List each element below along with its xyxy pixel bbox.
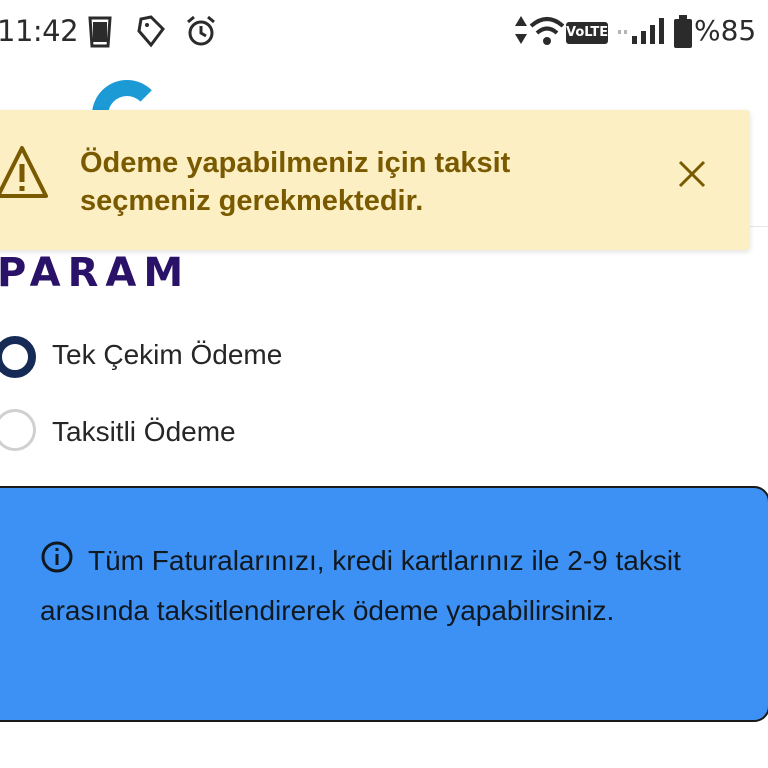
radio-label-tek-cekim: Tek Çekim Ödeme bbox=[52, 339, 283, 370]
alarm-icon bbox=[187, 15, 215, 46]
close-icon[interactable] bbox=[676, 158, 708, 190]
info-message: Tüm Faturalarınızı, kredi kartlarınız il… bbox=[40, 545, 681, 626]
trash-icon bbox=[88, 16, 112, 48]
radio-unselected-icon[interactable] bbox=[0, 409, 36, 451]
data-arrows-icon bbox=[515, 16, 527, 44]
status-bar: 11:42 VoLTE %85 bbox=[0, 0, 768, 66]
radio-tek-cekim[interactable]: Tek Çekim Ödeme bbox=[0, 328, 420, 384]
battery-icon bbox=[674, 15, 692, 48]
warning-message: Ödeme yapabilmeniz için taksit seçmeniz … bbox=[80, 147, 511, 217]
tag-icon bbox=[137, 15, 165, 48]
wifi-icon bbox=[529, 17, 565, 45]
radio-label-taksitli: Taksitli Ödeme bbox=[52, 416, 236, 447]
radio-selected-icon[interactable] bbox=[0, 336, 36, 378]
warning-icon bbox=[0, 146, 48, 198]
volte-icon: VoLTE bbox=[566, 22, 608, 44]
signal-icon bbox=[618, 18, 664, 44]
installment-info-box: Tüm Faturalarınızı, kredi kartlarınız il… bbox=[0, 486, 768, 722]
battery-percentage: %85 bbox=[694, 14, 757, 47]
brand-logo: PARAM bbox=[0, 250, 191, 296]
volte-label: VoLTE bbox=[566, 25, 609, 40]
status-time: 11:42 bbox=[0, 14, 79, 48]
radio-taksitli[interactable]: Taksitli Ödeme bbox=[0, 406, 420, 462]
warning-toast: Ödeme yapabilmeniz için taksit seçmeniz … bbox=[0, 110, 750, 250]
